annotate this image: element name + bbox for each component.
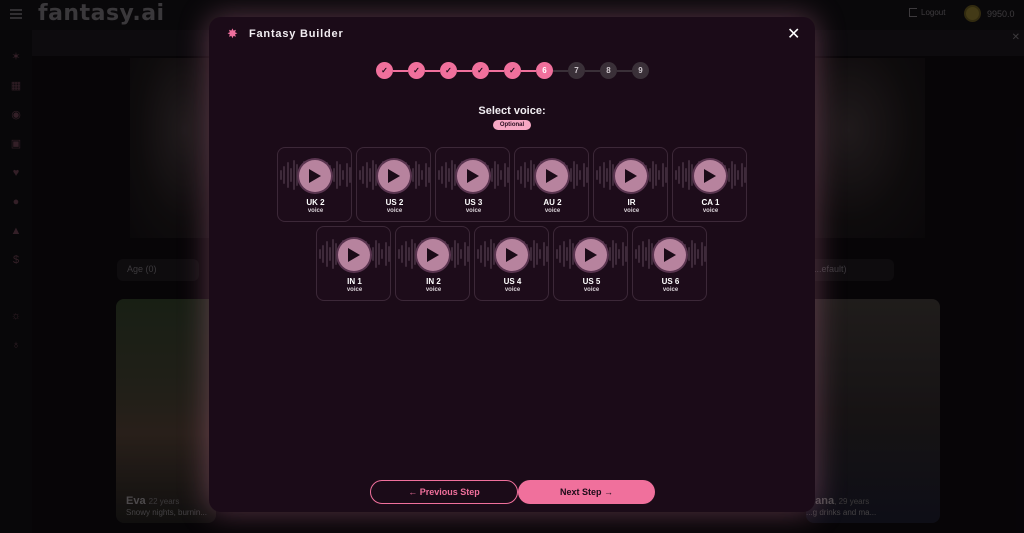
voice-option[interactable]: CA 1 voice	[672, 147, 747, 222]
step-connector	[585, 70, 600, 72]
step-connector	[489, 70, 504, 72]
step-3[interactable]: ✓	[440, 62, 457, 79]
voice-caption: voice	[386, 208, 403, 214]
step-8[interactable]: 8	[600, 62, 617, 79]
voice-name: IN 2	[426, 277, 441, 286]
voice-caption: voice	[346, 287, 363, 293]
step-connector	[617, 70, 632, 72]
voice-name: US 6	[661, 277, 680, 286]
step-9[interactable]: 9	[632, 62, 649, 79]
play-icon[interactable]	[496, 239, 528, 271]
optional-badge: Optional	[493, 120, 531, 130]
previous-step-button[interactable]: ← Previous Step	[370, 480, 518, 504]
fantasy-builder-modal: ✸ Fantasy Builder ✕ ✓ ✓ ✓ ✓ ✓ 6 7 8 9 Select voi…	[209, 17, 815, 512]
voice-option[interactable]: AU 2 voice	[514, 147, 589, 222]
voice-name: CA 1	[701, 198, 720, 207]
step-connector	[457, 70, 472, 72]
play-icon[interactable]	[378, 160, 410, 192]
voice-option[interactable]: US 5 voice	[553, 226, 628, 301]
voice-name: UK 2	[306, 198, 325, 207]
next-step-button[interactable]: Next Step →	[518, 480, 655, 504]
step-connector	[393, 70, 408, 72]
play-icon[interactable]	[654, 239, 686, 271]
voice-caption: voice	[544, 208, 561, 214]
voice-name: US 2	[385, 198, 404, 207]
step-7[interactable]: 7	[568, 62, 585, 79]
step-progress: ✓ ✓ ✓ ✓ ✓ 6 7 8 9	[376, 62, 649, 80]
sparkle-icon: ✸	[227, 26, 238, 41]
step-connector	[425, 70, 440, 72]
play-icon[interactable]	[338, 239, 370, 271]
step-connector	[553, 70, 568, 72]
voice-caption: voice	[307, 208, 324, 214]
voice-caption: voice	[702, 208, 719, 214]
play-icon[interactable]	[299, 160, 331, 192]
voice-name: IR	[627, 198, 636, 207]
step-2[interactable]: ✓	[408, 62, 425, 79]
voice-option[interactable]: IR voice	[593, 147, 668, 222]
voice-name: AU 2	[543, 198, 562, 207]
voice-name: US 4	[503, 277, 522, 286]
play-icon[interactable]	[615, 160, 647, 192]
voice-option[interactable]: US 3 voice	[435, 147, 510, 222]
voice-caption: voice	[623, 208, 640, 214]
close-button[interactable]: ✕	[787, 24, 800, 44]
voice-name: US 5	[582, 277, 601, 286]
play-icon[interactable]	[417, 239, 449, 271]
voice-caption: voice	[425, 287, 442, 293]
modal-title: Fantasy Builder	[249, 28, 344, 40]
voice-name: IN 1	[347, 277, 362, 286]
voice-caption: voice	[583, 287, 600, 293]
voice-option[interactable]: IN 1 voice	[316, 226, 391, 301]
step-heading: Select voice:	[478, 105, 546, 117]
voice-option[interactable]: US 4 voice	[474, 226, 549, 301]
voice-option[interactable]: US 6 voice	[632, 226, 707, 301]
step-4[interactable]: ✓	[472, 62, 489, 79]
play-icon[interactable]	[536, 160, 568, 192]
voice-caption: voice	[465, 208, 482, 214]
play-icon[interactable]	[694, 160, 726, 192]
play-icon[interactable]	[457, 160, 489, 192]
voice-option[interactable]: US 2 voice	[356, 147, 431, 222]
voice-caption: voice	[504, 287, 521, 293]
step-5[interactable]: ✓	[504, 62, 521, 79]
voice-option[interactable]: IN 2 voice	[395, 226, 470, 301]
play-icon[interactable]	[575, 239, 607, 271]
step-connector	[521, 70, 536, 72]
voice-name: US 3	[464, 198, 483, 207]
step-6[interactable]: 6	[536, 62, 553, 79]
voice-option[interactable]: UK 2 voice	[277, 147, 352, 222]
step-1[interactable]: ✓	[376, 62, 393, 79]
voice-caption: voice	[662, 287, 679, 293]
